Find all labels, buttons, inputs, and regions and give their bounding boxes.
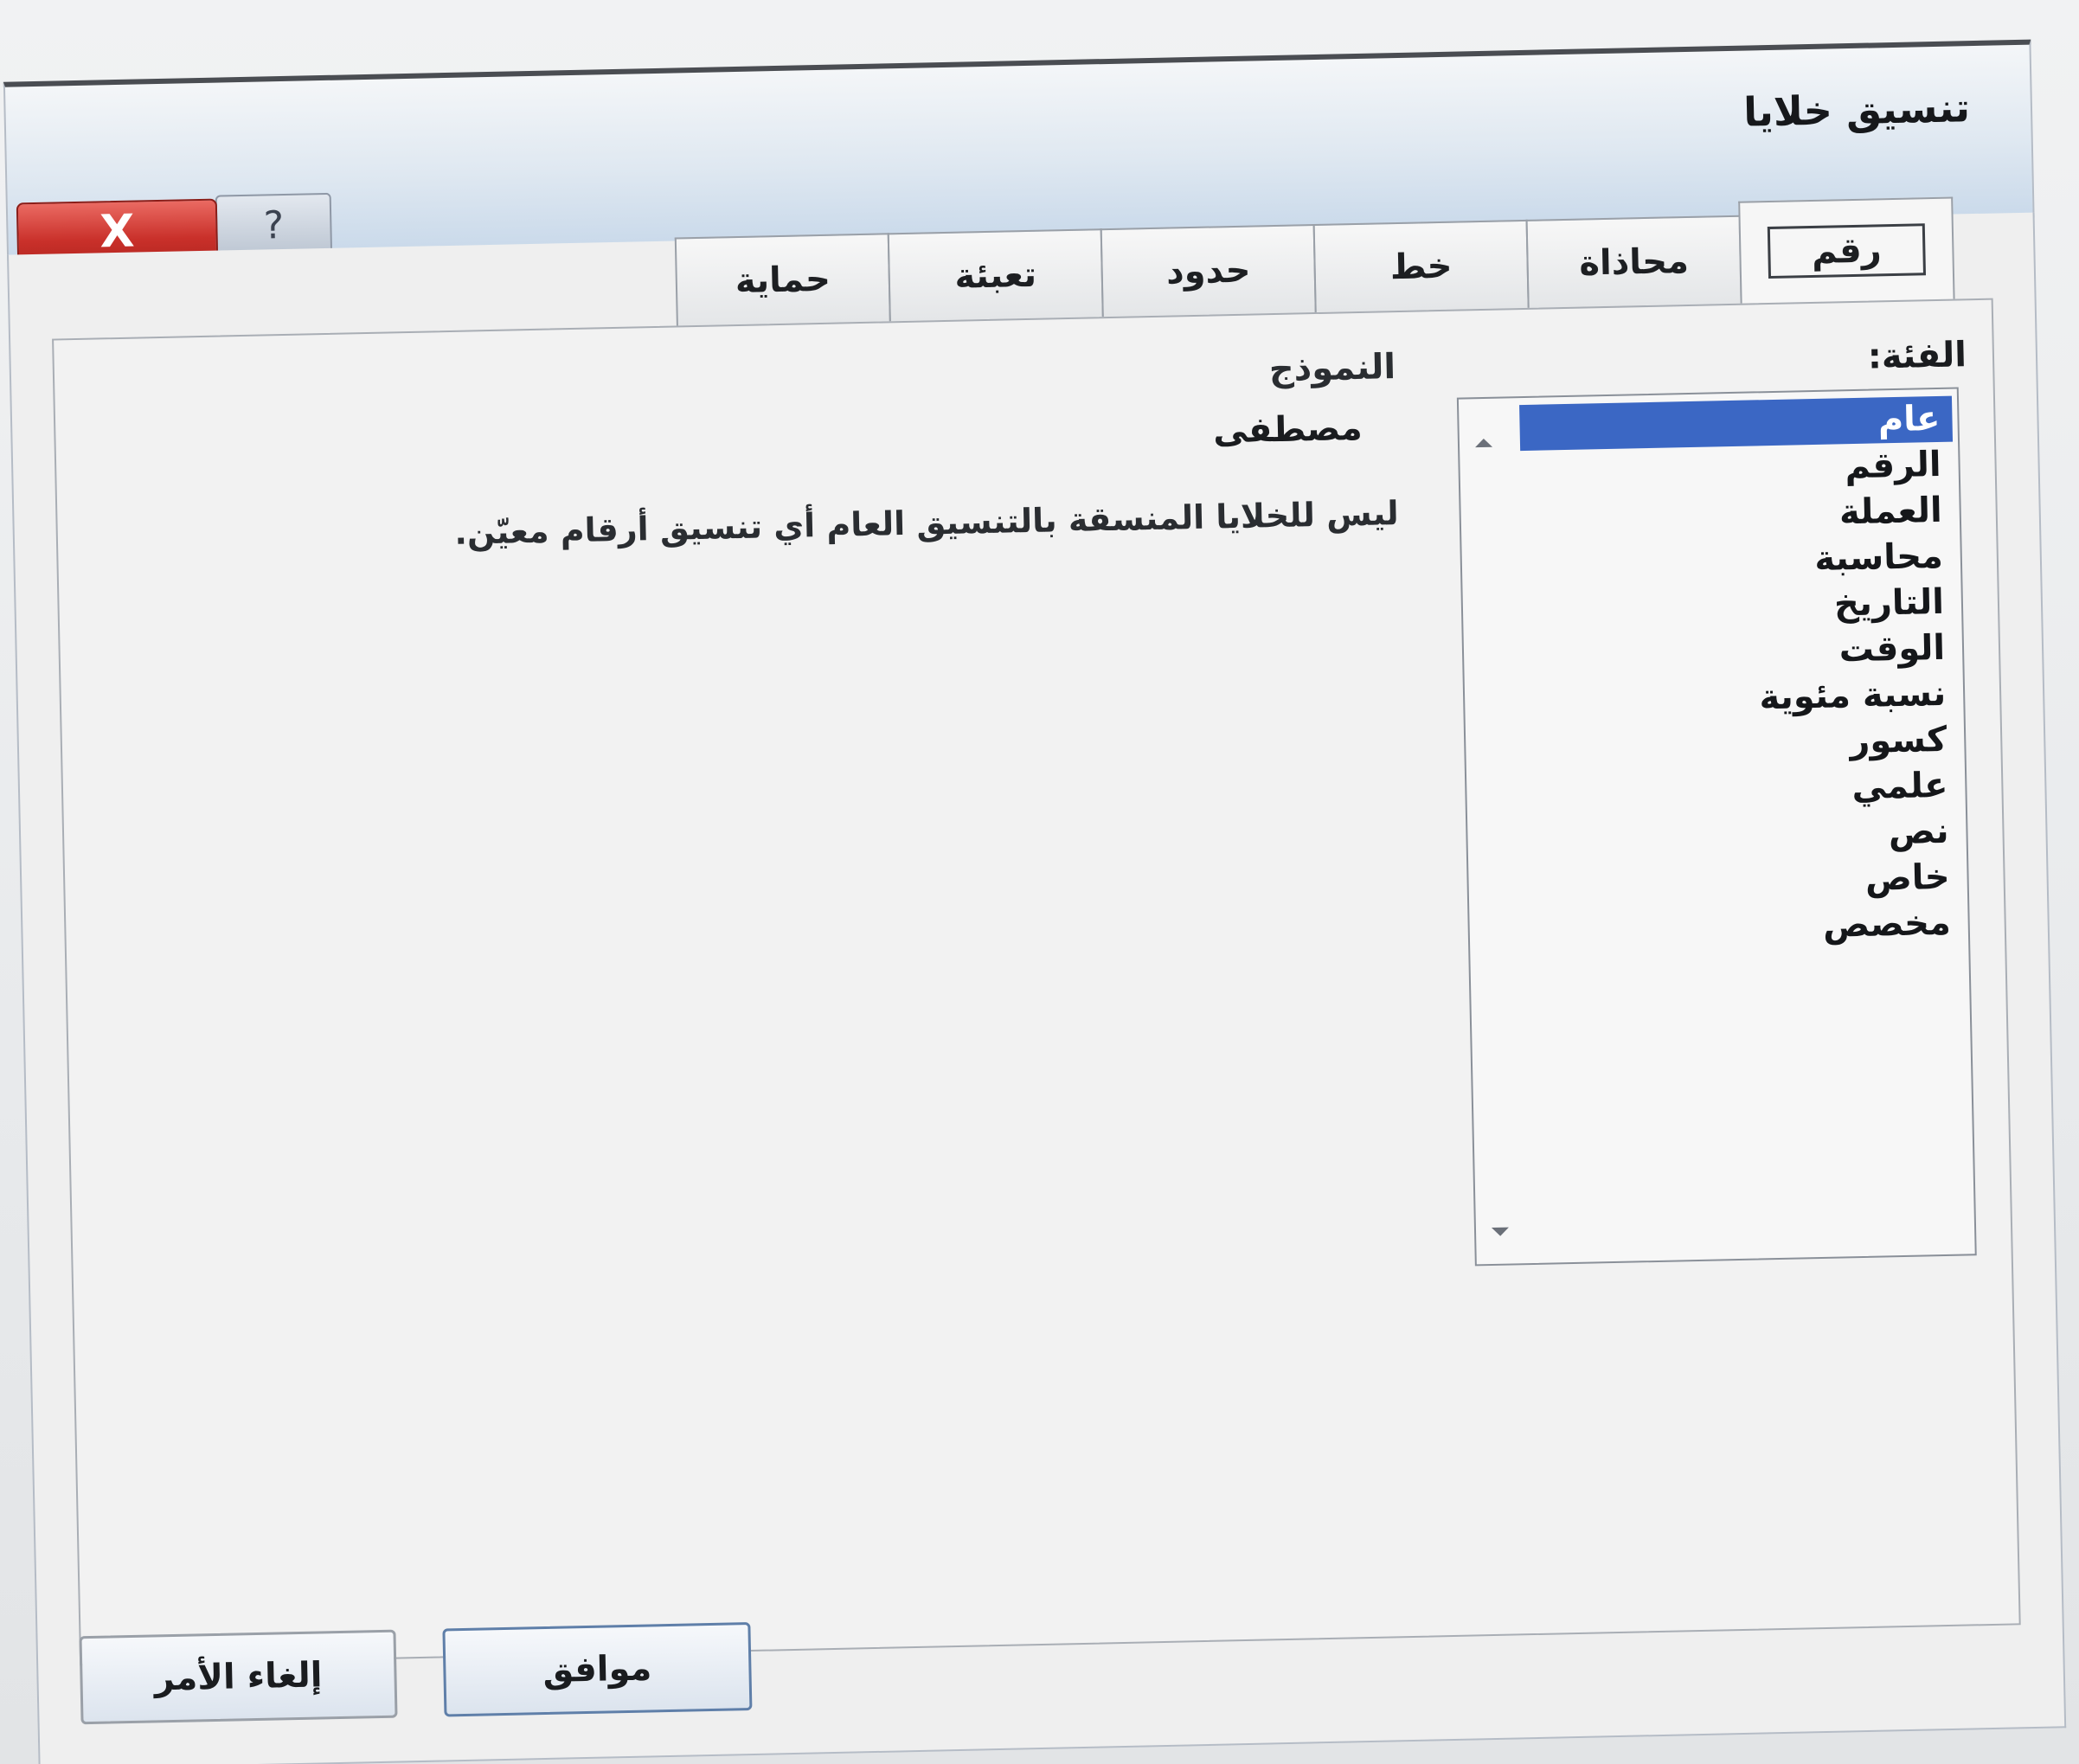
category-item-custom[interactable]: مخصص xyxy=(1530,901,1963,955)
number-tab-panel: الفئة: عام الرقم العملة محاسبة التاريخ ا… xyxy=(52,298,2021,1666)
format-cells-dialog: تنسيق خلايا ? X رقم محاذاة خط حدود تعبئة… xyxy=(3,39,2067,1764)
scroll-down-arrow-icon[interactable] xyxy=(1491,1227,1510,1236)
dialog-title: تنسيق خلايا xyxy=(1742,84,1971,136)
sample-label: النموذج xyxy=(1268,347,1396,390)
tab-font[interactable]: خط xyxy=(1312,219,1530,313)
category-list-items: عام الرقم العملة محاسبة التاريخ الوقت نس… xyxy=(1519,395,1963,955)
category-label: الفئة: xyxy=(1867,335,1967,377)
ok-button[interactable]: موافق xyxy=(442,1622,753,1717)
close-icon: X xyxy=(99,205,136,259)
tab-alignment[interactable]: محاذاة xyxy=(1525,215,1742,308)
tab-number[interactable]: رقم xyxy=(1738,196,1955,304)
sample-value: مصطفى xyxy=(1212,407,1364,452)
scroll-up-arrow-icon[interactable] xyxy=(1474,438,1493,448)
tab-protection[interactable]: حماية xyxy=(674,233,891,326)
category-listbox[interactable]: عام الرقم العملة محاسبة التاريخ الوقت نس… xyxy=(1456,387,1977,1267)
question-mark-icon: ? xyxy=(263,202,285,248)
cancel-button[interactable]: إلغاء الأمر xyxy=(79,1629,398,1725)
sample-group: النموذج مصطفى xyxy=(98,347,1398,504)
tab-fill[interactable]: تعبئة xyxy=(887,228,1104,322)
format-description: ليس للخلايا المنسقة بالتنسيق العام أي تن… xyxy=(453,494,1400,552)
tab-border[interactable]: حدود xyxy=(1100,224,1317,318)
screen: تنسيق خلايا ? X رقم محاذاة خط حدود تعبئة… xyxy=(0,0,2079,1764)
